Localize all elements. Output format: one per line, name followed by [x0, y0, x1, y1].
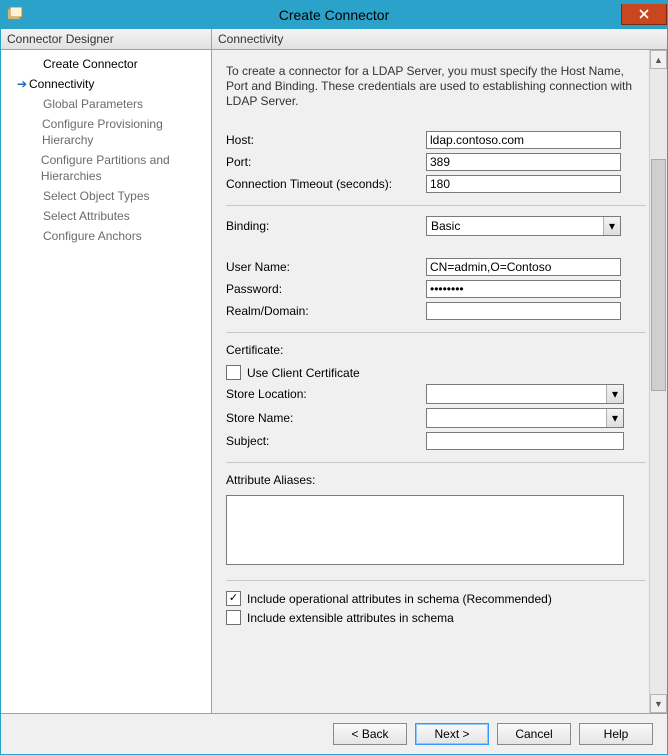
nav-global-parameters[interactable]: ➔Global Parameters [1, 94, 211, 114]
include-operational-label: Include operational attributes in schema… [247, 592, 552, 606]
store-location-label: Store Location: [226, 387, 426, 401]
certificate-label: Certificate: [226, 343, 646, 357]
window-title: Create Connector [1, 7, 667, 23]
next-button[interactable]: Next > [415, 723, 489, 745]
sidebar: Connector Designer ➔Create Connector ➔Co… [1, 29, 212, 713]
scroll-up-button[interactable]: ▲ [650, 50, 667, 69]
separator [226, 332, 646, 333]
wizard-footer: < Back Next > Cancel Help [1, 713, 667, 754]
main-header: Connectivity [212, 29, 667, 50]
app-icon [7, 7, 23, 23]
nav-select-attributes[interactable]: ➔Select Attributes [1, 206, 211, 226]
nav-configure-anchors[interactable]: ➔Configure Anchors [1, 226, 211, 246]
include-operational-checkbox[interactable] [226, 591, 241, 606]
main-panel: Connectivity To create a connector for a… [212, 29, 667, 713]
attr-aliases-label: Attribute Aliases: [226, 473, 646, 487]
store-name-label: Store Name: [226, 411, 426, 425]
subject-label: Subject: [226, 434, 426, 448]
timeout-label: Connection Timeout (seconds): [226, 177, 426, 191]
store-location-combo[interactable]: ▾ [426, 384, 624, 404]
nav-label: Select Attributes [43, 208, 130, 224]
nav-label: Configure Partitions and Hierarchies [41, 152, 205, 184]
nav-partitions-hierarchies[interactable]: ➔Configure Partitions and Hierarchies [1, 150, 211, 186]
content: To create a connector for a LDAP Server,… [212, 50, 649, 713]
wizard-window: Create Connector Connector Designer ➔Cre… [0, 0, 668, 755]
store-name-combo[interactable]: ▾ [426, 408, 624, 428]
binding-value: Basic [427, 219, 603, 233]
use-client-cert-row[interactable]: Use Client Certificate [226, 365, 646, 380]
username-input[interactable] [426, 258, 621, 276]
nav-label: Configure Anchors [43, 228, 142, 244]
content-wrap: To create a connector for a LDAP Server,… [212, 50, 667, 713]
nav-object-types[interactable]: ➔Select Object Types [1, 186, 211, 206]
nav-connectivity[interactable]: ➔Connectivity [1, 74, 211, 94]
nav-label: Connectivity [29, 76, 94, 92]
nav-label: Global Parameters [43, 96, 143, 112]
nav-provisioning-hierarchy[interactable]: ➔Configure Provisioning Hierarchy [1, 114, 211, 150]
nav-label: Create Connector [43, 56, 138, 72]
chevron-down-icon: ▾ [606, 409, 623, 427]
back-button[interactable]: < Back [333, 723, 407, 745]
realm-label: Realm/Domain: [226, 304, 426, 318]
nav-label: Configure Provisioning Hierarchy [42, 116, 205, 148]
username-label: User Name: [226, 260, 426, 274]
sidebar-header: Connector Designer [1, 29, 211, 50]
scroll-thumb[interactable] [651, 159, 666, 391]
host-label: Host: [226, 133, 426, 147]
password-input[interactable] [426, 280, 621, 298]
nav-create-connector[interactable]: ➔Create Connector [1, 54, 211, 74]
subject-input[interactable] [426, 432, 624, 450]
separator [226, 205, 646, 206]
attr-aliases-textarea[interactable] [226, 495, 624, 565]
cancel-button[interactable]: Cancel [497, 723, 571, 745]
separator [226, 462, 646, 463]
include-operational-row[interactable]: Include operational attributes in schema… [226, 591, 646, 606]
port-label: Port: [226, 155, 426, 169]
scroll-track[interactable] [650, 69, 667, 694]
binding-label: Binding: [226, 219, 426, 233]
password-label: Password: [226, 282, 426, 296]
port-input[interactable] [426, 153, 621, 171]
nav-list: ➔Create Connector ➔Connectivity ➔Global … [1, 50, 211, 250]
chevron-down-icon: ▾ [603, 217, 620, 235]
timeout-input[interactable] [426, 175, 621, 193]
separator [226, 580, 646, 581]
binding-combo[interactable]: Basic ▾ [426, 216, 621, 236]
host-input[interactable] [426, 131, 621, 149]
nav-label: Select Object Types [43, 188, 150, 204]
intro-text: To create a connector for a LDAP Server,… [226, 64, 646, 109]
realm-input[interactable] [426, 302, 621, 320]
help-button[interactable]: Help [579, 723, 653, 745]
vertical-scrollbar[interactable]: ▲ ▼ [649, 50, 667, 713]
scroll-down-button[interactable]: ▼ [650, 694, 667, 713]
include-extensible-row[interactable]: Include extensible attributes in schema [226, 610, 646, 625]
use-client-cert-checkbox[interactable] [226, 365, 241, 380]
use-client-cert-label: Use Client Certificate [247, 366, 360, 380]
include-extensible-checkbox[interactable] [226, 610, 241, 625]
close-button[interactable] [621, 4, 667, 25]
wizard-body: Connector Designer ➔Create Connector ➔Co… [1, 29, 667, 713]
chevron-down-icon: ▾ [606, 385, 623, 403]
titlebar: Create Connector [1, 1, 667, 29]
include-extensible-label: Include extensible attributes in schema [247, 611, 454, 625]
